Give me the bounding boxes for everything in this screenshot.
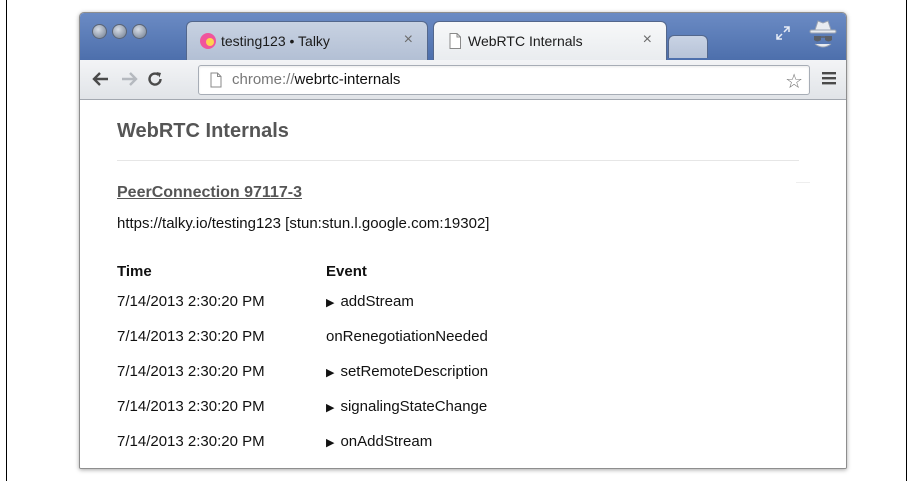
forward-arrow-icon	[122, 72, 138, 86]
table-row: 7/14/2013 2:30:20 PM ▶ addStream	[117, 284, 488, 319]
tab-close-button[interactable]: ×	[643, 31, 652, 49]
table-row: 7/14/2013 2:30:20 PM ▶ onAddStream	[117, 424, 488, 459]
tab-close-button[interactable]: ×	[404, 31, 413, 49]
address-host: webrtc-internals	[294, 71, 401, 88]
reload-button[interactable]	[142, 66, 168, 92]
bookmark-star-icon[interactable]: ☆	[785, 69, 803, 94]
event-time: 7/14/2013 2:30:20 PM	[117, 433, 265, 450]
table-row: 7/14/2013 2:30:20 PM onRenegotiationNeede…	[117, 319, 488, 354]
frame-border-left	[6, 0, 7, 481]
connection-info: https://talky.io/testing123 [stun:stun.l…	[117, 215, 490, 232]
forward-button[interactable]	[116, 66, 142, 92]
tab-strip: testing123 • Talky × WebRTC Internals ×	[80, 13, 846, 61]
talky-favicon-icon	[200, 33, 216, 49]
menu-icon[interactable]	[820, 69, 838, 87]
tab-title: WebRTC Internals	[468, 33, 583, 49]
event-name: setRemoteDescription	[340, 363, 489, 380]
reload-icon	[148, 72, 162, 86]
incognito-icon	[809, 20, 837, 48]
event-cell: onRenegotiationNeeded	[326, 319, 488, 354]
column-header-time: Time	[117, 262, 152, 280]
event-time: 7/14/2013 2:30:20 PM	[117, 363, 265, 380]
event-cell[interactable]: ▶ setRemoteDescription	[326, 354, 488, 389]
tab-talky[interactable]: testing123 • Talky ×	[186, 21, 428, 61]
event-name: onRenegotiationNeeded	[326, 328, 488, 345]
zoom-window-icon[interactable]	[132, 24, 147, 39]
page-icon	[210, 72, 222, 88]
fullscreen-icon[interactable]	[775, 25, 791, 41]
toolbar: chrome://webrtc-internals ☆	[80, 60, 846, 100]
address-bar[interactable]: chrome://webrtc-internals ☆	[198, 65, 810, 95]
page-title: WebRTC Internals	[117, 120, 289, 142]
minimize-window-icon[interactable]	[112, 24, 127, 39]
event-cell[interactable]: ▶ addStream	[326, 284, 488, 319]
expand-triangle-icon[interactable]: ▶	[326, 367, 334, 379]
event-name: addStream	[340, 293, 414, 310]
event-time: 7/14/2013 2:30:20 PM	[117, 328, 265, 345]
back-arrow-icon	[92, 72, 108, 86]
column-header-event: Event	[326, 262, 367, 280]
event-time: 7/14/2013 2:30:20 PM	[117, 398, 265, 415]
divider	[796, 182, 810, 183]
page-icon	[449, 33, 461, 49]
frame-border-right	[906, 0, 907, 481]
table-header-row: Time Event	[117, 258, 488, 284]
event-cell[interactable]: ▶ signalingStateChange	[326, 389, 488, 424]
address-url: chrome://webrtc-internals	[232, 71, 400, 88]
tab-webrtc-internals[interactable]: WebRTC Internals ×	[433, 21, 667, 61]
event-name: onAddStream	[340, 433, 433, 450]
peer-connection-link[interactable]: PeerConnection 97117-3	[117, 184, 302, 202]
expand-triangle-icon[interactable]: ▶	[326, 437, 334, 449]
back-button[interactable]	[88, 66, 114, 92]
page-content: WebRTC Internals PeerConnection 97117-3 …	[80, 100, 846, 468]
expand-triangle-icon[interactable]: ▶	[326, 402, 334, 414]
expand-triangle-icon[interactable]: ▶	[326, 297, 334, 309]
event-cell[interactable]: ▶ onAddStream	[326, 424, 488, 459]
tab-title: testing123 • Talky	[221, 33, 330, 49]
events-table: Time Event 7/14/2013 2:30:20 PM ▶ addStrea…	[117, 258, 488, 459]
browser-window: testing123 • Talky × WebRTC Internals ×	[79, 12, 847, 469]
table-row: 7/14/2013 2:30:20 PM ▶ signalingStateChang…	[117, 389, 488, 424]
event-time: 7/14/2013 2:30:20 PM	[117, 293, 265, 310]
close-window-icon[interactable]	[92, 24, 107, 39]
address-scheme: chrome://	[232, 71, 295, 88]
new-tab-button[interactable]	[668, 35, 708, 58]
event-name: signalingStateChange	[340, 398, 488, 415]
divider	[117, 160, 799, 161]
table-row: 7/14/2013 2:30:20 PM ▶ setRemoteDescriptio…	[117, 354, 488, 389]
